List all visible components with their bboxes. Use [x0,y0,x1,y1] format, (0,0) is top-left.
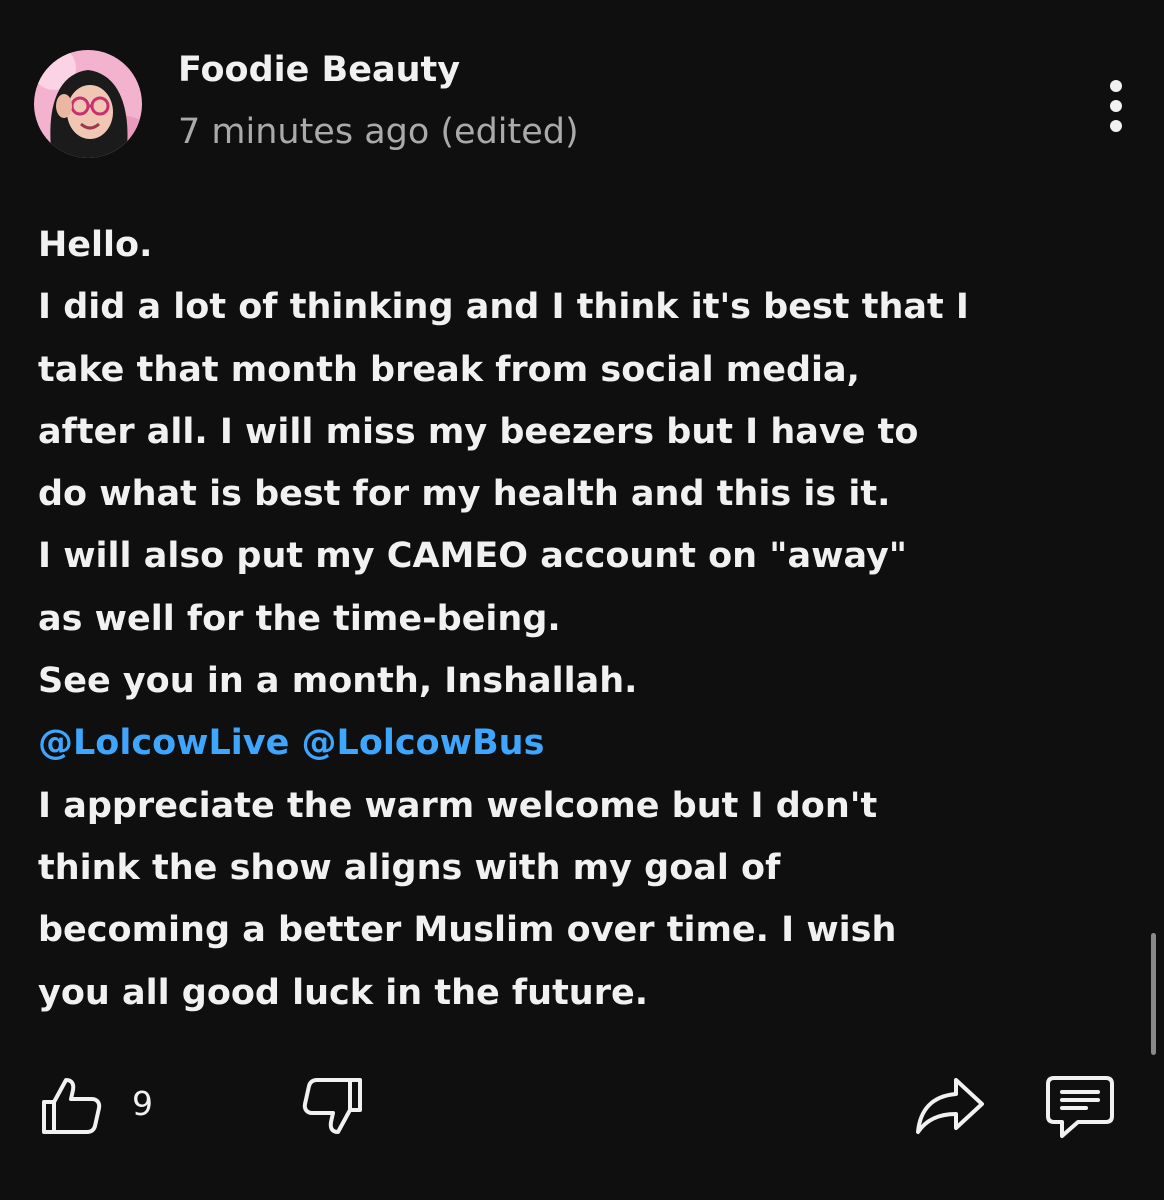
share-icon [916,1078,984,1134]
thumbs-up-icon [42,1078,102,1134]
post-line: think the show aligns with my goal of [38,847,781,888]
like-count: 9 [132,1084,153,1123]
reply-button[interactable] [1044,1074,1118,1144]
post-line: I did a lot of thinking and I think it's… [38,287,969,328]
post-line: as well for the time-being. [38,598,561,639]
post-line: you all good luck in the future. [38,972,649,1013]
mentions-line: @LolcowLive @LolcowBus [38,712,1138,774]
avatar-image [34,50,142,158]
post-line: becoming a better Muslim over time. I wi… [38,910,897,951]
post-line: Hello. [38,225,153,265]
avatar[interactable] [34,50,142,158]
post-timestamp: 7 minutes ago (edited) [178,112,579,152]
like-button[interactable] [38,1072,104,1138]
post-line: do what is best for my health and this i… [38,474,891,515]
thumbs-down-icon [302,1078,362,1134]
comment-icon [1046,1076,1114,1138]
author-name[interactable]: Foodie Beauty [178,50,460,90]
more-options-button[interactable] [1090,76,1144,136]
scrollbar[interactable] [1151,933,1156,1055]
post-line: I will also put my CAMEO account on "awa… [38,536,908,577]
share-button[interactable] [914,1074,988,1136]
post-line: after all. I will miss my beezers but I … [38,411,919,452]
post-text: Hello. I did a lot of thinking and I thi… [38,214,1138,1024]
post-line: take that month break from social media, [38,349,860,390]
post-line: I appreciate the warm welcome but I don'… [38,785,878,826]
mention-link[interactable]: @LolcowLive [38,723,289,763]
mention-link[interactable]: @LolcowBus [302,723,545,763]
dislike-button[interactable] [300,1074,366,1140]
post-line: See you in a month, Inshallah. [38,661,638,702]
